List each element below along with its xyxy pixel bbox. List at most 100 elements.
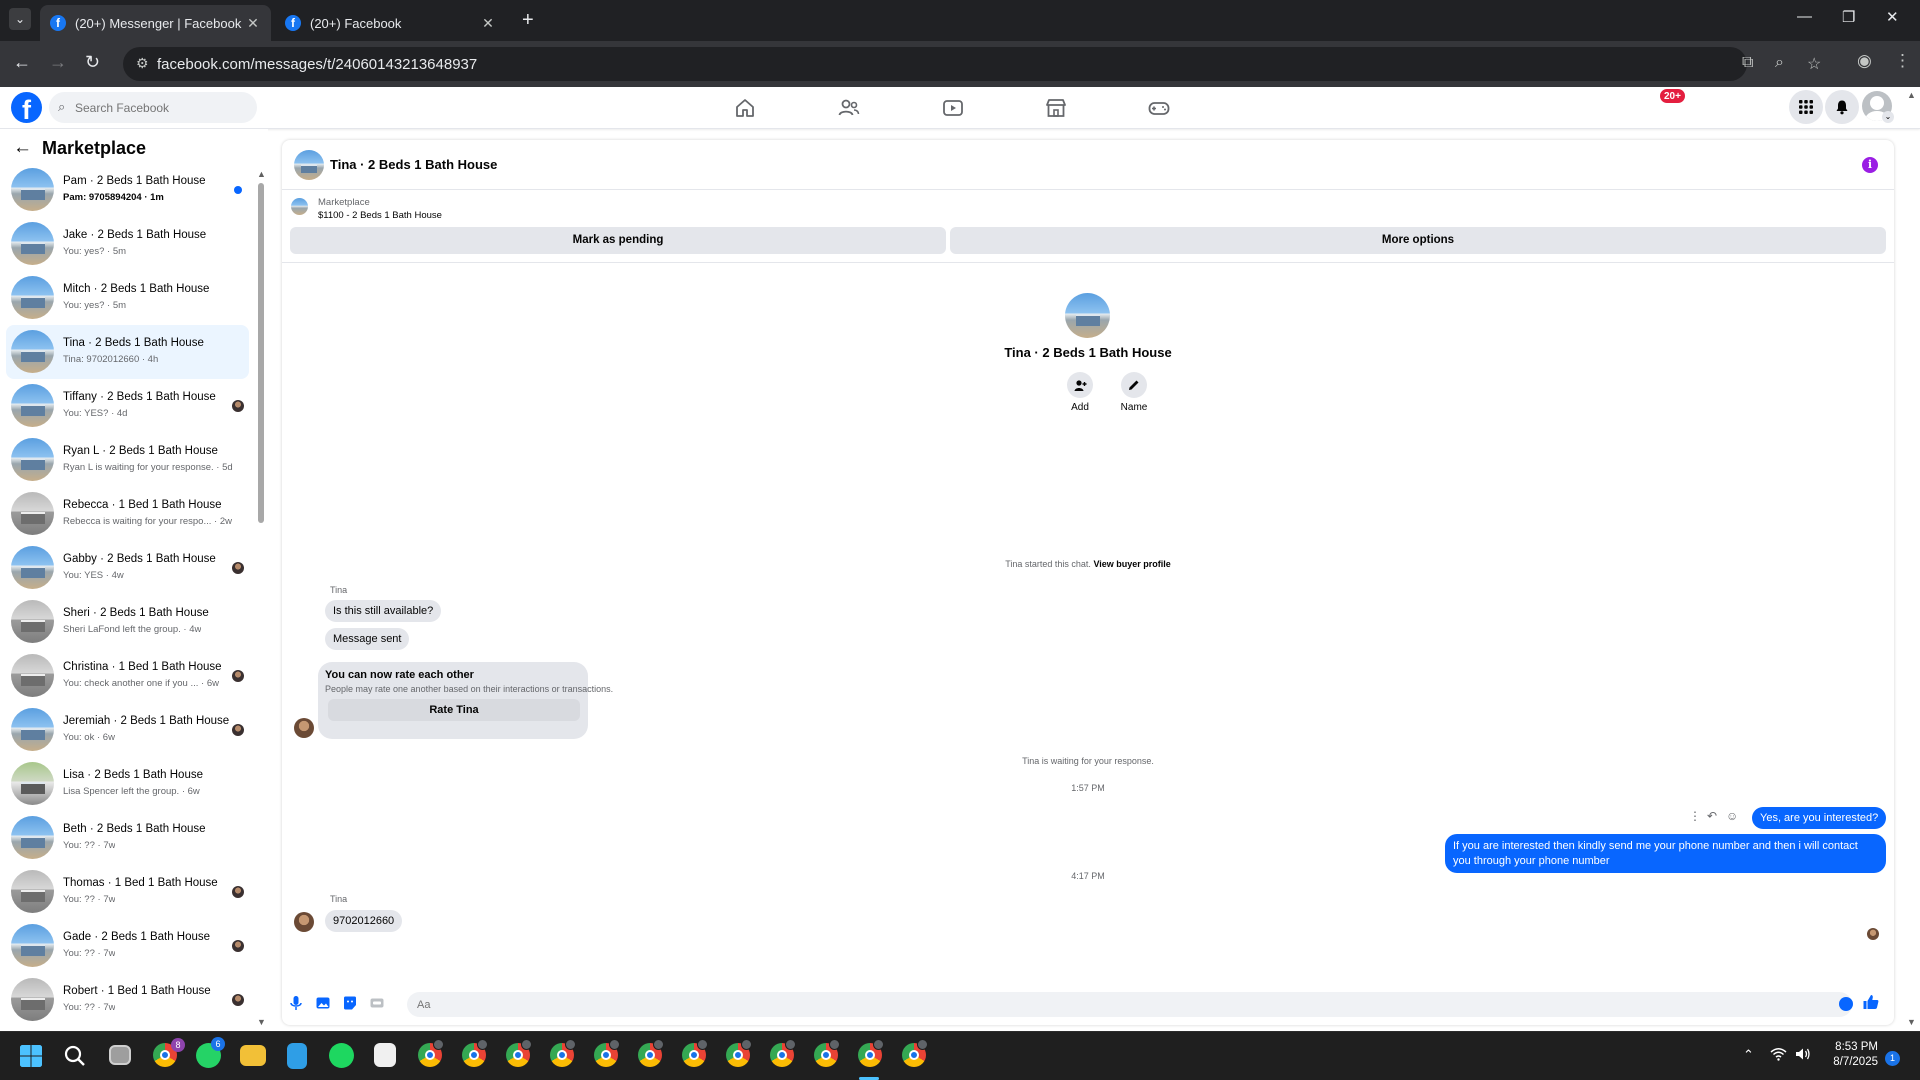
minimize-button[interactable]: — [1797, 8, 1812, 25]
react-emoji-icon[interactable]: ☺ [1726, 809, 1738, 823]
scrollbar-thumb[interactable] [258, 183, 264, 523]
scroll-up-arrow[interactable]: ▲ [257, 169, 266, 179]
cards-app-icon[interactable] [374, 1043, 396, 1067]
close-tab-icon[interactable]: ✕ [480, 15, 496, 32]
incoming-message[interactable]: 9702012660 [325, 910, 403, 932]
menu-grid-button[interactable] [1789, 90, 1823, 124]
chrome-profile-icon-active[interactable] [858, 1039, 884, 1067]
conversation-item[interactable]: Gade · 2 Beds 1 Bath House You: ?? · 7w [6, 919, 249, 973]
chrome-profile-icon[interactable] [726, 1039, 752, 1067]
chrome-profile-icon[interactable] [902, 1039, 928, 1067]
tina-avatar[interactable] [294, 912, 314, 932]
chrome-profile-icon[interactable] [550, 1039, 576, 1067]
bookmark-star-icon[interactable]: ☆ [1807, 54, 1821, 74]
conversation-item[interactable]: Beth · 2 Beds 1 Bath House You: ?? · 7w [6, 811, 249, 865]
tina-avatar[interactable] [294, 718, 314, 738]
reply-icon[interactable]: ↶ [1707, 809, 1717, 823]
conversation-item[interactable]: Ryan L · 2 Beds 1 Bath House Ryan L is wa… [6, 433, 249, 487]
profile-icon[interactable]: ◉ [1857, 51, 1872, 71]
chevron-down-icon[interactable]: ⌄ [1882, 111, 1894, 123]
rate-tina-button[interactable]: Rate Tina [328, 699, 580, 721]
microphone-icon[interactable] [288, 995, 304, 1011]
edit-name-button[interactable]: Name [1114, 372, 1154, 413]
sticker-icon[interactable] [342, 995, 358, 1011]
windows-start-icon[interactable] [19, 1044, 43, 1068]
close-window-button[interactable]: ✕ [1886, 8, 1899, 26]
gif-icon[interactable] [369, 995, 385, 1011]
friends-icon[interactable] [837, 96, 861, 120]
chat-title[interactable]: Tina · 2 Beds 1 Bath House [330, 157, 497, 172]
conversation-item[interactable]: Jake · 2 Beds 1 Bath House You: yes? · 5m [6, 217, 249, 271]
chrome-profile-icon[interactable] [594, 1039, 620, 1067]
notification-center-badge[interactable]: 1 [1885, 1051, 1900, 1066]
system-clock[interactable]: 8:53 PM 8/7/2025 [1800, 1040, 1878, 1070]
outgoing-message[interactable]: If you are interested then kindly send m… [1445, 834, 1886, 873]
more-actions-icon[interactable]: ⋮ [1689, 809, 1701, 823]
tab-messenger[interactable]: f (20+) Messenger | Facebook ✕ [40, 5, 271, 41]
chrome-profile-icon[interactable] [418, 1039, 444, 1067]
task-view-icon[interactable] [109, 1045, 131, 1065]
sidebar-scrollbar[interactable]: ▲ ▼ [256, 169, 266, 1027]
url-text[interactable]: facebook.com/messages/t/2406014321364893… [157, 56, 477, 73]
listing-row[interactable]: Marketplace $1100 - 2 Beds 1 Bath House [282, 190, 1894, 224]
site-info-icon[interactable]: ⚙ [136, 55, 149, 72]
reload-icon[interactable]: ↻ [85, 52, 100, 73]
spotify-icon[interactable] [329, 1043, 354, 1068]
page-scroll-down-arrow[interactable]: ▼ [1907, 1017, 1916, 1027]
marketplace-icon[interactable] [1044, 96, 1068, 120]
video-icon[interactable] [941, 96, 965, 120]
chrome-profile-icon[interactable] [506, 1039, 532, 1067]
message-input[interactable] [407, 992, 1852, 1017]
add-people-button[interactable]: Add [1060, 372, 1100, 413]
tab-facebook[interactable]: f (20+) Facebook ✕ [275, 5, 506, 41]
chrome-menu-icon[interactable]: ⋮ [1894, 51, 1911, 71]
conversation-item[interactable]: Christina · 1 Bed 1 Bath House You: check… [6, 649, 249, 703]
gaming-icon[interactable] [1147, 96, 1171, 120]
chrome-profile-icon[interactable] [638, 1039, 664, 1067]
thumbs-up-icon[interactable] [1862, 993, 1880, 1016]
restore-button[interactable]: ❐ [1842, 8, 1855, 26]
chrome-profile-icon[interactable] [462, 1039, 488, 1067]
close-tab-icon[interactable]: ✕ [245, 15, 261, 32]
outgoing-message[interactable]: Yes, are you interested? [1752, 807, 1887, 829]
forward-icon[interactable]: → [49, 52, 67, 73]
zoom-icon[interactable]: ⌕ [1775, 54, 1784, 72]
home-icon[interactable] [733, 96, 757, 120]
photo-icon[interactable] [315, 995, 331, 1011]
chrome-profile-icon[interactable] [682, 1039, 708, 1067]
notepad-icon[interactable] [287, 1043, 307, 1069]
conversation-item[interactable]: Tina · 2 Beds 1 Bath House Tina: 97020126… [6, 325, 249, 379]
address-bar[interactable]: ⚙ facebook.com/messages/t/24060143213648… [123, 47, 1821, 81]
conversation-item[interactable]: Jeremiah · 2 Beds 1 Bath House You: ok · … [6, 703, 249, 757]
tab-search-button[interactable]: ⌄ [9, 8, 31, 30]
file-explorer-icon[interactable] [240, 1045, 266, 1066]
conversation-item[interactable]: Thomas · 1 Bed 1 Bath House You: ?? · 7w [6, 865, 249, 919]
conversation-item[interactable]: Mitch · 2 Beds 1 Bath House You: yes? · 5… [6, 271, 249, 325]
notifications-button[interactable] [1825, 90, 1859, 124]
page-scroll-up-arrow[interactable]: ▲ [1907, 90, 1916, 100]
emoji-icon[interactable] [1839, 997, 1853, 1011]
conversation-item[interactable]: Sheri · 2 Beds 1 Bath House Sheri LaFond … [6, 595, 249, 649]
conversation-item[interactable]: Gabby · 2 Beds 1 Bath House You: YES · 4w [6, 541, 249, 595]
chrome-profile-icon[interactable] [814, 1039, 840, 1067]
search-box[interactable]: ⌕ [49, 92, 257, 123]
search-input[interactable] [75, 92, 250, 123]
new-tab-button[interactable]: + [522, 9, 534, 32]
facebook-logo-icon[interactable]: f [11, 92, 42, 125]
info-icon[interactable]: i [1862, 157, 1878, 173]
view-buyer-profile-link[interactable]: View buyer profile [1093, 559, 1170, 569]
wifi-icon[interactable] [1770, 1047, 1787, 1064]
back-icon[interactable]: ← [13, 52, 31, 73]
chat-avatar[interactable] [294, 150, 324, 180]
scroll-down-arrow[interactable]: ▼ [257, 1017, 266, 1027]
more-options-button[interactable]: More options [950, 227, 1886, 254]
mark-as-pending-button[interactable]: Mark as pending [290, 227, 946, 254]
chrome-profile-icon[interactable] [770, 1039, 796, 1067]
conversation-item[interactable]: Robert · 1 Bed 1 Bath House You: ?? · 7w [6, 973, 249, 1027]
conversation-item[interactable]: Rebecca · 1 Bed 1 Bath House Rebecca is w… [6, 487, 249, 541]
incoming-message[interactable]: Is this still available? [325, 600, 442, 622]
back-arrow-icon[interactable]: ← [13, 137, 32, 159]
incoming-message[interactable]: Message sent [325, 628, 410, 650]
install-app-icon[interactable]: ⧉ [1742, 54, 1753, 72]
show-hidden-icons-chevron-icon[interactable]: ⌃ [1743, 1047, 1754, 1063]
